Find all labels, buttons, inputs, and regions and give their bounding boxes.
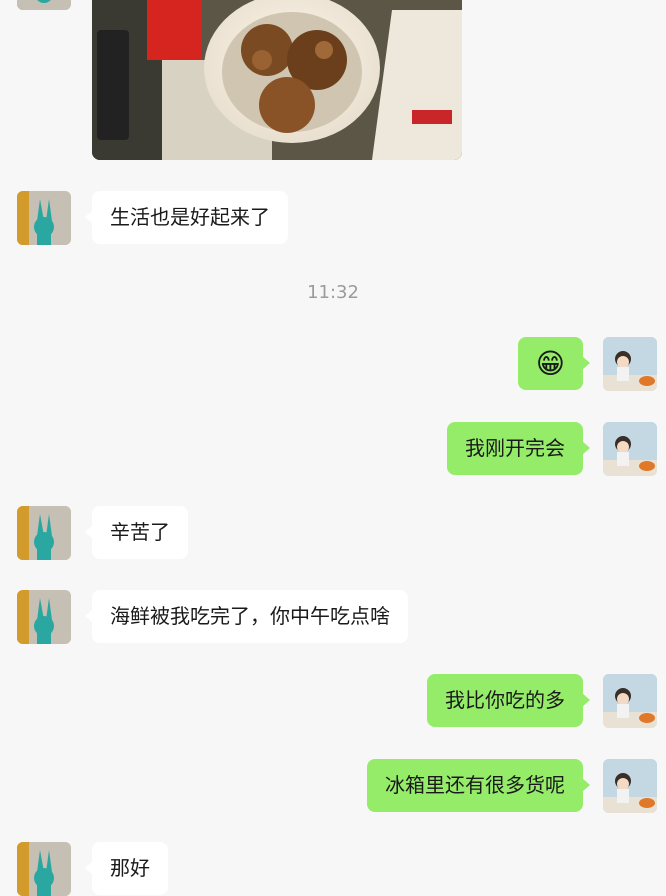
message-text: 生活也是好起来了: [110, 205, 270, 229]
message-text: 我刚开完会: [465, 436, 565, 460]
friend-avatar[interactable]: [17, 506, 71, 560]
my-avatar[interactable]: [603, 674, 657, 728]
friend-avatar[interactable]: [17, 842, 71, 896]
my-avatar[interactable]: [603, 337, 657, 391]
message-text: 我比你吃的多: [445, 688, 565, 712]
message-bubble[interactable]: 我刚开完会: [447, 422, 590, 475]
my-avatar[interactable]: [603, 759, 657, 813]
timestamp: 11:32: [307, 282, 359, 303]
message-bubble[interactable]: 冰箱里还有很多货呢: [367, 759, 590, 812]
friend-avatar[interactable]: [17, 0, 71, 10]
message-text: 海鲜被我吃完了，你中午吃点啥: [110, 604, 390, 628]
message-bubble[interactable]: 那好: [85, 842, 168, 895]
friend-avatar[interactable]: [17, 191, 71, 245]
message-bubble[interactable]: 我比你吃的多: [427, 674, 590, 727]
grinning-face-emoji-icon: 😁: [535, 347, 565, 380]
message-text: 辛苦了: [110, 520, 170, 544]
emoji-message-bubble[interactable]: 😁: [517, 337, 591, 390]
my-avatar[interactable]: [603, 422, 657, 476]
message-text: 冰箱里还有很多货呢: [385, 773, 565, 797]
message-bubble[interactable]: 生活也是好起来了: [85, 191, 288, 244]
friend-avatar[interactable]: [17, 590, 71, 644]
message-text: 那好: [110, 856, 150, 880]
chat-window: 生活也是好起来了 11:32 😁 我刚开完会 辛苦了 海鲜被我吃完了，你中午吃点…: [0, 0, 666, 896]
message-bubble[interactable]: 海鲜被我吃完了，你中午吃点啥: [85, 590, 408, 643]
message-bubble[interactable]: 辛苦了: [85, 506, 188, 559]
food-photo[interactable]: [92, 0, 462, 160]
